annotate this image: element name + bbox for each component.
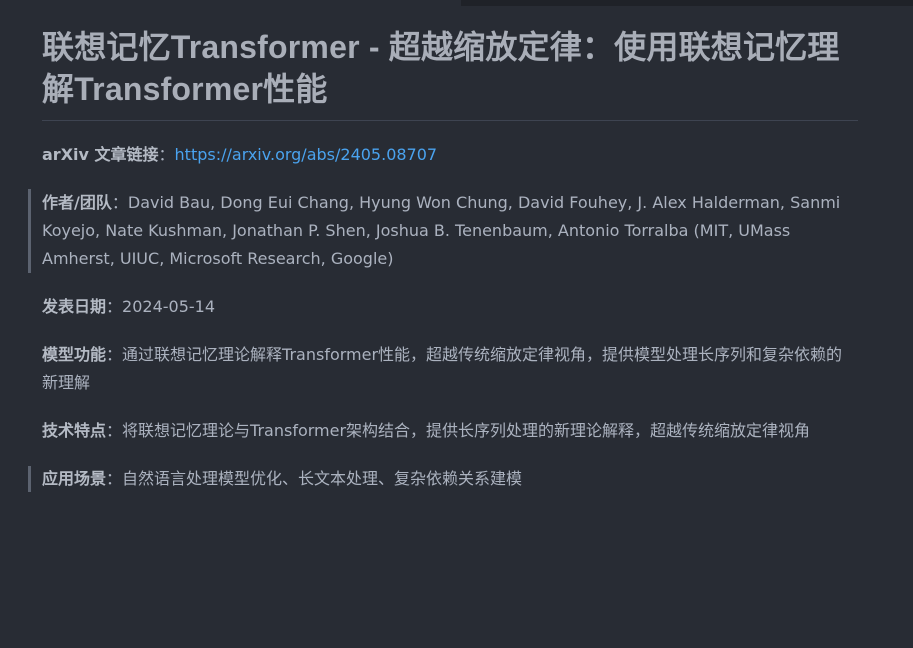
arxiv-link-row: arXiv 文章链接：https://arxiv.org/abs/2405.08… <box>42 141 858 169</box>
document-body: 联想记忆Transformer - 超越缩放定律：使用联想记忆理解Transfo… <box>28 26 858 493</box>
application-separator: ： <box>106 469 123 488</box>
date-value: 2024-05-14 <box>122 297 216 316</box>
date-label: 发表日期 <box>42 297 107 316</box>
application-value: 自然语言处理模型优化、长文本处理、复杂依赖关系建模 <box>122 469 523 488</box>
function-value: 通过联想记忆理论解释Transformer性能，超越传统缩放定律视角，提供模型处… <box>42 345 843 392</box>
arxiv-link-separator: ： <box>158 145 175 164</box>
authors-row: 作者/团队：David Bau, Dong Eui Chang, Hyung W… <box>28 189 858 273</box>
function-label: 模型功能 <box>42 345 107 364</box>
top-window-strip <box>461 0 913 6</box>
tech-label: 技术特点 <box>42 421 107 440</box>
page-title: 联想记忆Transformer - 超越缩放定律：使用联想记忆理解Transfo… <box>42 29 840 107</box>
authors-value: David Bau, Dong Eui Chang, Hyung Won Chu… <box>42 193 841 268</box>
application-row: 应用场景：自然语言处理模型优化、长文本处理、复杂依赖关系建模 <box>28 465 858 493</box>
authors-label: 作者/团队 <box>42 193 112 212</box>
tech-row: 技术特点：将联想记忆理论与Transformer架构结合，提供长序列处理的新理论… <box>42 417 858 445</box>
date-row: 发表日期：2024-05-14 <box>42 293 858 321</box>
tech-value: 将联想记忆理论与Transformer架构结合，提供长序列处理的新理论解释，超越… <box>122 421 811 440</box>
title-divider <box>42 120 858 121</box>
date-separator: ： <box>106 297 123 316</box>
application-label: 应用场景 <box>42 469 107 488</box>
arxiv-link-label: arXiv 文章链接 <box>42 145 159 164</box>
function-row: 模型功能：通过联想记忆理论解释Transformer性能，超越传统缩放定律视角，… <box>42 341 858 397</box>
tech-separator: ： <box>106 421 123 440</box>
arxiv-link[interactable]: https://arxiv.org/abs/2405.08707 <box>175 145 438 164</box>
authors-separator: ： <box>111 193 128 212</box>
function-separator: ： <box>106 345 123 364</box>
